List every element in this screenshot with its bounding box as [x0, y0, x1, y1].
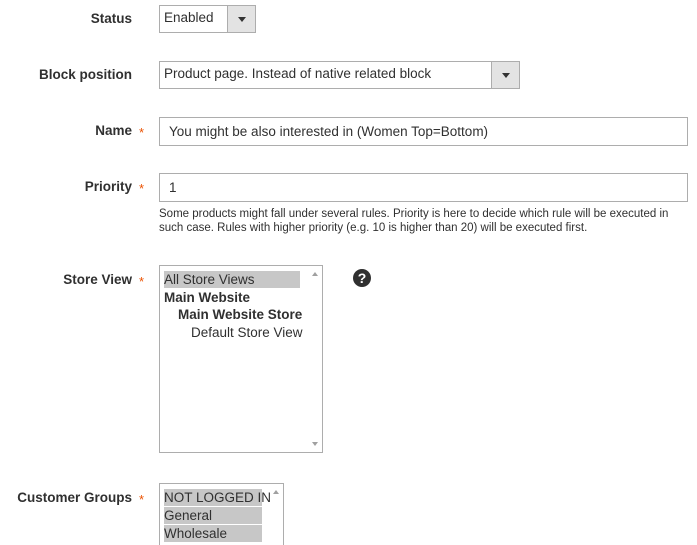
name-label: Name [95, 123, 132, 138]
priority-note-line1: Some products might fall under several r… [159, 208, 669, 220]
chevron-down-icon [501, 73, 510, 78]
name-input[interactable] [159, 117, 688, 146]
name-required-mark: * [139, 125, 145, 140]
status-dropdown-arrow[interactable] [227, 6, 255, 32]
customer-groups-scrollbar[interactable] [269, 484, 283, 545]
status-value: Enabled [164, 10, 214, 25]
scroll-up-icon[interactable] [273, 490, 279, 494]
scroll-up-icon[interactable] [312, 272, 318, 276]
customer-groups-option-wholesale[interactable]: Wholesale [164, 525, 262, 542]
store-view-option-main-website-store[interactable]: Main Website Store [178, 306, 302, 323]
status-label: Status [90, 11, 132, 26]
store-view-option-main-website[interactable]: Main Website [164, 289, 250, 306]
priority-label: Priority [84, 179, 132, 194]
priority-input[interactable] [159, 173, 688, 202]
scroll-down-icon[interactable] [312, 442, 318, 446]
customer-groups-label: Customer Groups [17, 490, 132, 505]
store-view-required-mark: * [139, 274, 145, 289]
customer-groups-option-general[interactable]: General [164, 507, 262, 524]
store-view-option-all-store-views[interactable]: All Store Views [164, 271, 300, 288]
customer-groups-option-not-logged-in[interactable]: NOT LOGGED IN [164, 489, 271, 506]
store-view-label: Store View [63, 272, 132, 287]
block-position-select[interactable]: Product page. Instead of native related … [159, 61, 520, 89]
priority-note: Some products might fall under several r… [159, 207, 694, 235]
help-icon[interactable]: ? [353, 269, 371, 287]
customer-groups-multiselect[interactable]: NOT LOGGED IN General Wholesale [159, 483, 284, 545]
chevron-down-icon [237, 17, 246, 22]
rule-form: Status Enabled Block position Product pa… [0, 0, 697, 545]
priority-required-mark: * [139, 181, 145, 196]
block-position-dropdown-arrow[interactable] [491, 62, 519, 88]
block-position-label: Block position [38, 67, 132, 82]
block-position-value: Product page. Instead of native related … [164, 66, 432, 81]
store-view-multiselect[interactable]: All Store Views Main Website Main Websit… [159, 265, 323, 453]
priority-note-line2: such case. Rules with higher priority (e… [159, 222, 588, 234]
store-view-option-default-store-view[interactable]: Default Store View [191, 324, 303, 341]
store-view-scrollbar[interactable] [308, 266, 322, 452]
customer-groups-required-mark: * [139, 492, 145, 507]
status-select[interactable]: Enabled [159, 5, 256, 33]
